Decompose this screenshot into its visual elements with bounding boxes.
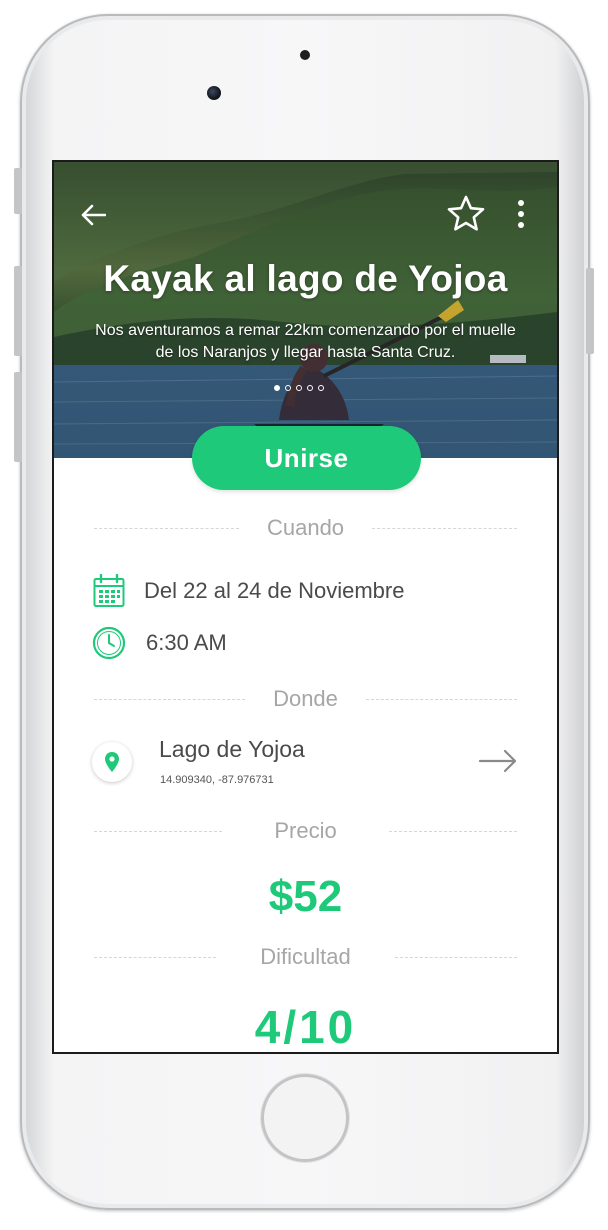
- divider: [365, 698, 517, 700]
- price-value: $52: [268, 872, 343, 921]
- time-row: 6:30 AM: [92, 626, 227, 660]
- section-label: Cuando: [266, 515, 345, 540]
- carousel-dot[interactable]: [296, 385, 302, 391]
- location-coordinates: 14.909340, -87.976731: [160, 774, 274, 786]
- home-button[interactable]: [261, 1074, 349, 1162]
- section-label: Dificultad: [260, 944, 351, 969]
- carousel-dot[interactable]: [307, 385, 313, 391]
- divider: [94, 956, 217, 958]
- section-when-header: Cuando: [94, 513, 518, 543]
- section-where-header: Donde: [94, 684, 517, 714]
- volume-down-button: [14, 372, 22, 462]
- difficulty-value: 4/10: [254, 1001, 357, 1052]
- divider: [394, 956, 518, 958]
- front-camera: [207, 86, 221, 100]
- divider: [94, 830, 223, 832]
- divider: [94, 698, 246, 700]
- arrow-right-icon[interactable]: [478, 746, 518, 776]
- divider: [372, 527, 518, 529]
- calendar-icon: [92, 574, 126, 608]
- more-vertical-icon[interactable]: [510, 196, 532, 232]
- volume-up-button: [14, 266, 22, 356]
- carousel-dot[interactable]: [274, 385, 280, 391]
- section-label: Donde: [273, 686, 338, 711]
- trip-time: 6:30 AM: [146, 630, 227, 655]
- speaker: [300, 50, 310, 60]
- carousel-indicator[interactable]: [274, 385, 324, 391]
- back-arrow-icon[interactable]: [76, 198, 110, 232]
- power-button: [586, 268, 594, 354]
- carousel-dot[interactable]: [285, 385, 291, 391]
- divider: [94, 527, 239, 529]
- location-pin-icon[interactable]: [92, 742, 132, 782]
- join-button[interactable]: Unirse: [192, 426, 421, 490]
- trip-dates: Del 22 al 24 de Noviembre: [144, 578, 405, 603]
- section-label: Precio: [274, 818, 337, 843]
- clock-icon: [92, 626, 126, 660]
- date-row: Del 22 al 24 de Noviembre: [92, 574, 404, 608]
- hero-image: Kayak al lago de Yojoa Nos aventuramos a…: [54, 162, 557, 458]
- divider: [388, 830, 518, 832]
- app-screen: Kayak al lago de Yojoa Nos aventuramos a…: [54, 162, 557, 1052]
- carousel-dot[interactable]: [318, 385, 324, 391]
- section-price-header: Precio: [94, 816, 518, 846]
- mute-switch: [14, 168, 22, 214]
- trip-description: Nos aventuramos a remar 22km comenzando …: [95, 322, 516, 361]
- trip-title: Kayak al lago de Yojoa: [103, 258, 508, 299]
- location-name: Lago de Yojoa: [159, 736, 305, 762]
- section-difficulty-header: Dificultad: [94, 942, 518, 972]
- star-icon[interactable]: [444, 192, 488, 236]
